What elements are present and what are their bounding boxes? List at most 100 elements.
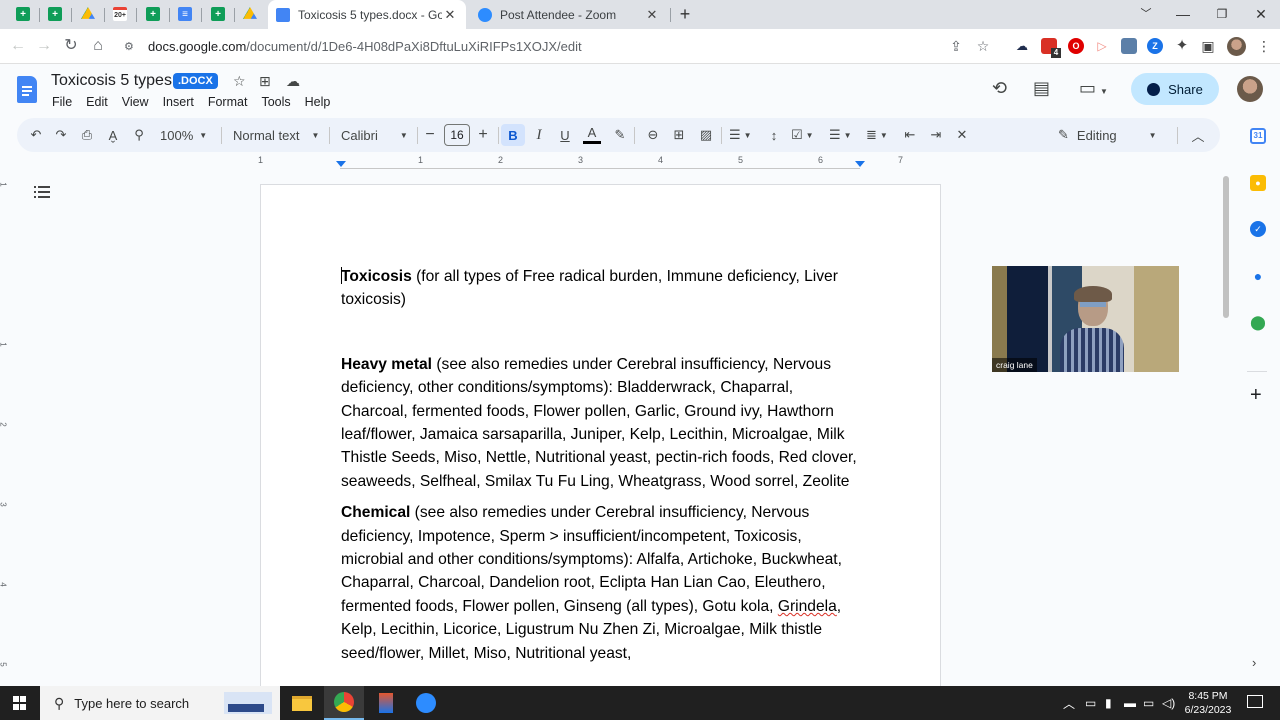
show-hidden-icons-chevron-up-icon[interactable]: ︿ (1063, 686, 1075, 720)
document-page[interactable]: Toxicosis (for all types of Free radical… (260, 184, 941, 694)
menu-insert[interactable]: Insert (163, 95, 194, 109)
menu-help[interactable]: Help (305, 95, 331, 109)
pinned-tab-drive-2[interactable] (240, 4, 260, 24)
menu-format[interactable]: Format (208, 95, 248, 109)
share-button[interactable]: Share (1131, 73, 1219, 105)
cloud-saved-icon[interactable]: ☁ (286, 73, 300, 90)
zoom-extension-icon[interactable]: Z (1147, 38, 1163, 54)
battery-icon[interactable]: ▬ (1124, 686, 1136, 720)
document-scrollbar[interactable] (1222, 172, 1230, 687)
network-icon[interactable]: ▭ (1143, 686, 1154, 720)
forward-button[interactable]: → (33, 35, 55, 57)
contacts-icon[interactable]: ● (1250, 268, 1266, 284)
highlight-color-icon[interactable]: ✎ (611, 124, 629, 146)
pinned-tab-sheets-4[interactable]: + (208, 4, 228, 24)
document-outline-icon[interactable] (34, 185, 50, 199)
underline-button[interactable]: U (556, 124, 574, 146)
checklist-dropdown[interactable]: ☑ ▼ (791, 124, 814, 146)
document-body[interactable]: Toxicosis (for all types of Free radical… (341, 265, 861, 673)
menu-tools[interactable]: Tools (261, 95, 290, 109)
action-center-icon[interactable] (1247, 695, 1263, 708)
comments-icon[interactable]: ▤ (1033, 78, 1050, 99)
new-tab-button[interactable]: + (670, 3, 700, 25)
decrease-font-size-button[interactable]: − (423, 124, 437, 146)
google-maps-icon[interactable]: ⬤ (1250, 314, 1266, 330)
screenshot-extension-icon[interactable] (1121, 38, 1137, 54)
italic-button[interactable]: I (530, 124, 548, 146)
insert-link-icon[interactable]: ⊖ (644, 124, 662, 146)
star-icon[interactable]: ☆ (233, 73, 246, 90)
restore-button[interactable]: ❐ (1207, 3, 1237, 25)
hide-menus-chevron-up-icon[interactable]: ︿ (1189, 124, 1207, 146)
font-size-input[interactable]: 16 (444, 124, 470, 146)
system-clock[interactable]: 8:45 PM 6/23/2023 (1180, 689, 1236, 717)
side-panel-icon[interactable]: ▣ (1197, 35, 1219, 57)
share-page-icon[interactable]: ⇪ (945, 35, 967, 57)
undo-icon[interactable]: ↶ (27, 124, 45, 146)
volume-icon[interactable]: ◁) (1162, 686, 1175, 720)
bulleted-list-dropdown[interactable]: ☰ ▼ (829, 124, 852, 146)
microphone-icon[interactable]: ▮ (1105, 686, 1112, 720)
add-comment-icon[interactable]: ⊞ (670, 124, 688, 146)
version-history-icon[interactable]: ⟲ (992, 78, 1007, 99)
scrollbar-thumb[interactable] (1223, 176, 1229, 318)
tab-toxicosis-doc[interactable]: Toxicosis 5 types.docx - Google D ✕ (268, 0, 466, 29)
redo-icon[interactable]: ↷ (52, 124, 70, 146)
taskbar-search-box[interactable]: ⚲ Type here to search (40, 686, 280, 720)
menu-file[interactable]: File (52, 95, 72, 109)
increase-indent-icon[interactable]: ⇥ (927, 124, 945, 146)
paint-format-icon[interactable]: ⚲ (130, 124, 148, 146)
clear-formatting-icon[interactable]: ✕ (953, 124, 971, 146)
pinned-tab-sheets-2[interactable]: + (45, 4, 65, 24)
pinned-tab-docs[interactable]: ≡ (175, 4, 195, 24)
opera-extension-icon[interactable]: O (1068, 38, 1084, 54)
minimize-button[interactable]: — (1168, 3, 1198, 25)
google-calendar-icon[interactable]: 31 (1250, 128, 1266, 144)
home-button[interactable]: ⌂ (87, 35, 109, 57)
print-icon[interactable]: ⎙ (78, 124, 96, 146)
document-title[interactable]: Toxicosis 5 types (51, 72, 172, 90)
move-folder-icon[interactable]: ⊞ (259, 73, 271, 90)
profile-avatar[interactable] (1227, 37, 1246, 56)
line-spacing-icon[interactable]: ↕ (765, 124, 783, 146)
right-indent-marker[interactable] (855, 161, 865, 167)
file-explorer-app[interactable] (282, 686, 322, 720)
get-add-ons-plus-icon[interactable]: + (1250, 384, 1262, 407)
insert-image-icon[interactable]: ▨ (697, 124, 715, 146)
zoom-video-thumbnail[interactable]: craig lane (992, 266, 1179, 372)
tab-search-chevron-icon[interactable]: ﹀ (1131, 3, 1161, 25)
site-settings-icon[interactable]: ⚙ (124, 40, 140, 53)
bold-button[interactable]: B (501, 124, 525, 146)
pinned-tab-sheets-3[interactable]: + (143, 4, 163, 24)
extensions-puzzle-icon[interactable]: ✦ (1171, 35, 1193, 57)
cloud-extension-icon[interactable]: ☁ (1014, 38, 1030, 54)
paragraph-style-dropdown[interactable]: Normal text ▼ (233, 124, 319, 146)
tab-zoom-post-attendee[interactable]: Post Attendee - Zoom ✕ (470, 0, 668, 29)
pinned-tab-drive-1[interactable] (78, 4, 98, 24)
close-window-button[interactable]: ✕ (1246, 3, 1276, 25)
zoom-dropdown[interactable]: 100% ▼ (160, 124, 207, 146)
play-extension-icon[interactable]: ▷ (1094, 38, 1110, 54)
back-button[interactable]: ← (7, 35, 29, 57)
pinned-tab-sheets-1[interactable]: + (13, 4, 33, 24)
meet-now-icon[interactable]: ▭ (1085, 686, 1096, 720)
menu-edit[interactable]: Edit (86, 95, 108, 109)
snipping-tool-app[interactable] (366, 686, 406, 720)
address-bar[interactable]: ⚙ docs.google.com/document/d/1De6-4H08dP… (114, 33, 1000, 60)
collapse-side-panel-chevron-icon[interactable]: › (1252, 655, 1256, 670)
meet-camera-icon[interactable]: ▭ ▼ (1079, 78, 1108, 99)
chrome-app[interactable] (324, 686, 364, 720)
account-avatar[interactable] (1237, 76, 1263, 102)
start-button[interactable] (0, 686, 40, 720)
spellcheck-icon[interactable]: A̬ (104, 124, 122, 146)
calendar-extension-icon[interactable]: 4 (1041, 38, 1061, 58)
editing-mode-dropdown[interactable]: ✎ Editing ▼ (1058, 124, 1157, 146)
google-keep-icon[interactable]: ● (1250, 175, 1266, 191)
bookmark-star-icon[interactable]: ☆ (972, 35, 994, 57)
text-color-button[interactable]: A (583, 124, 601, 144)
pinned-tab-gmail[interactable]: 20+ (110, 4, 130, 24)
increase-font-size-button[interactable]: + (476, 124, 490, 146)
google-docs-logo[interactable] (17, 76, 37, 103)
decrease-indent-icon[interactable]: ⇤ (901, 124, 919, 146)
numbered-list-dropdown[interactable]: ≣ ▼ (866, 124, 888, 146)
